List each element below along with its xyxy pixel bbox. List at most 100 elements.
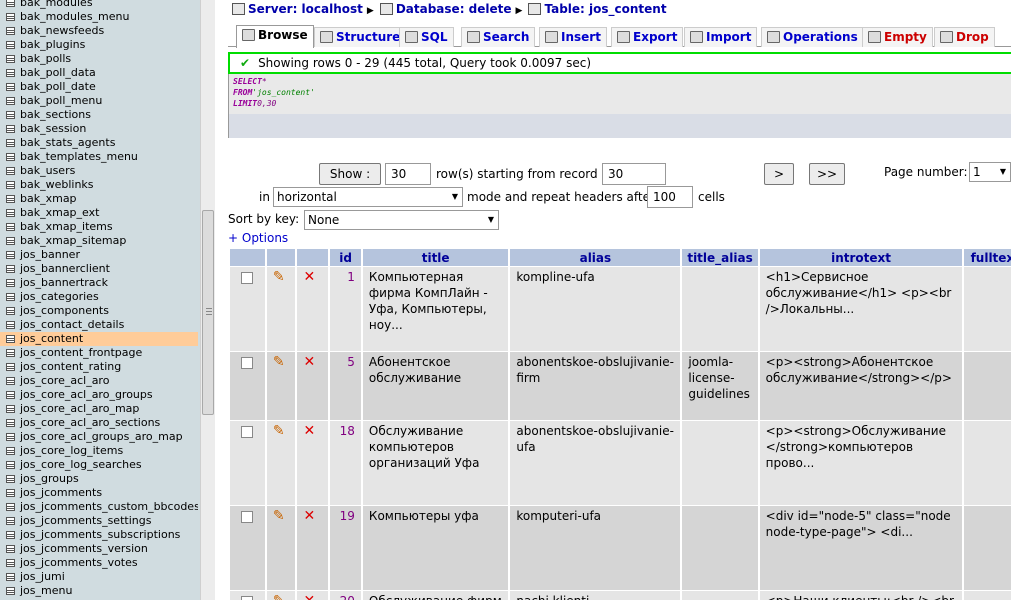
delete-icon[interactable]: ✕ bbox=[303, 508, 315, 524]
pencil-icon[interactable]: ✎ bbox=[273, 593, 285, 600]
tab-search[interactable]: Search bbox=[461, 27, 536, 47]
sidebar-table-label: jos_jumi bbox=[20, 570, 65, 583]
page-number-select[interactable]: 1 ▼ bbox=[969, 162, 1011, 182]
delete-icon[interactable]: ✕ bbox=[303, 269, 315, 285]
sidebar-table-item[interactable]: bak_xmap bbox=[0, 192, 198, 206]
sidebar-table-item[interactable]: jos_jcomments_version bbox=[0, 542, 198, 556]
sidebar-table-item[interactable]: bak_session bbox=[0, 122, 198, 136]
next-page-button[interactable]: > bbox=[764, 163, 794, 185]
breadcrumb-database-label: Database: delete bbox=[395, 2, 512, 16]
sidebar-table-item[interactable]: bak_poll_date bbox=[0, 80, 198, 94]
sidebar-table-item[interactable]: jos_jcomments_settings bbox=[0, 514, 198, 528]
sidebar-table-item[interactable]: jos_bannertrack bbox=[0, 276, 198, 290]
display-mode-select[interactable]: horizontal ▼ bbox=[273, 187, 463, 207]
sidebar-table-item[interactable]: bak_stats_agents bbox=[0, 136, 198, 150]
sidebar-table-item[interactable]: jos_menu bbox=[0, 584, 198, 598]
pencil-icon[interactable]: ✎ bbox=[273, 269, 285, 285]
sidebar-table-item[interactable]: bak_polls bbox=[0, 52, 198, 66]
options-link[interactable]: + Options bbox=[228, 231, 288, 245]
sidebar-table-item[interactable]: jos_core_log_searches bbox=[0, 458, 198, 472]
tab-operations[interactable]: Operations bbox=[761, 27, 864, 47]
row-checkbox[interactable] bbox=[241, 272, 253, 284]
sidebar-table-item[interactable]: jos_jcomments_custom_bbcodes bbox=[0, 500, 198, 514]
tab-empty[interactable]: Empty bbox=[862, 27, 933, 47]
row-delete-cell: ✕ bbox=[297, 267, 329, 351]
table-icon bbox=[6, 265, 15, 273]
pencil-icon[interactable]: ✎ bbox=[273, 354, 285, 370]
pencil-icon[interactable]: ✎ bbox=[273, 508, 285, 524]
tab-sql[interactable]: SQL bbox=[399, 27, 454, 47]
breadcrumb-table[interactable]: Table: jos_content bbox=[528, 1, 667, 17]
rows-label: row(s) starting from record # bbox=[436, 167, 612, 181]
column-header-title[interactable]: title bbox=[362, 249, 509, 266]
sidebar-table-item[interactable]: bak_templates_menu bbox=[0, 150, 198, 164]
sidebar-table-item[interactable]: jos_jcomments_subscriptions bbox=[0, 528, 198, 542]
sidebar-table-item[interactable]: bak_modules_menu bbox=[0, 10, 198, 24]
breadcrumb-database[interactable]: Database: delete bbox=[379, 1, 512, 17]
column-header-id[interactable]: id bbox=[330, 249, 361, 266]
repeat-headers-input[interactable]: 100 bbox=[647, 186, 693, 208]
row-checkbox[interactable] bbox=[241, 426, 253, 438]
last-page-button[interactable]: >> bbox=[809, 163, 845, 185]
table-icon bbox=[6, 503, 15, 511]
sidebar-table-item[interactable]: jos_core_acl_aro_sections bbox=[0, 416, 198, 430]
sidebar-table-item[interactable]: bak_xmap_items bbox=[0, 220, 198, 234]
sidebar-table-item[interactable]: jos_banner bbox=[0, 248, 198, 262]
sidebar-table-item[interactable]: jos_content bbox=[0, 332, 198, 346]
sidebar-table-item[interactable]: jos_core_acl_groups_aro_map bbox=[0, 430, 198, 444]
delete-icon[interactable]: ✕ bbox=[303, 593, 315, 600]
row-checkbox[interactable] bbox=[241, 596, 253, 600]
sidebar-table-item[interactable]: bak_weblinks bbox=[0, 178, 198, 192]
show-button[interactable]: Show : bbox=[319, 163, 381, 185]
sidebar-table-item[interactable]: jos_content_frontpage bbox=[0, 346, 198, 360]
sidebar-table-item[interactable]: jos_categories bbox=[0, 290, 198, 304]
sidebar-table-item[interactable]: bak_xmap_ext bbox=[0, 206, 198, 220]
tab-structure[interactable]: Structure bbox=[314, 27, 407, 47]
sidebar-table-item[interactable]: bak_plugins bbox=[0, 38, 198, 52]
row-select-cell bbox=[230, 591, 265, 600]
table-icon bbox=[6, 573, 15, 581]
sidebar-table-item[interactable]: bak_newsfeeds bbox=[0, 24, 198, 38]
sidebar-table-item[interactable]: jos_groups bbox=[0, 472, 198, 486]
sidebar-table-item[interactable]: jos_jcomments_votes bbox=[0, 556, 198, 570]
column-header-title-alias[interactable]: title_alias bbox=[682, 249, 758, 266]
sidebar-table-label: jos_components bbox=[20, 304, 109, 317]
sidebar-table-item[interactable]: jos_content_rating bbox=[0, 360, 198, 374]
delete-icon[interactable]: ✕ bbox=[303, 354, 315, 370]
sidebar-table-item[interactable]: bak_xmap_sitemap bbox=[0, 234, 198, 248]
left-frame-scrollbar[interactable] bbox=[200, 0, 215, 600]
pencil-icon[interactable]: ✎ bbox=[273, 423, 285, 439]
sidebar-table-item[interactable]: jos_core_log_items bbox=[0, 444, 198, 458]
delete-icon[interactable]: ✕ bbox=[303, 423, 315, 439]
sidebar-table-item[interactable]: bak_sections bbox=[0, 108, 198, 122]
column-header-fulltext[interactable]: fulltext bbox=[964, 249, 1011, 266]
sidebar-table-item[interactable]: jos_core_acl_aro_map bbox=[0, 402, 198, 416]
sort-key-select[interactable]: None ▼ bbox=[304, 210, 499, 230]
rows-count-input[interactable]: 30 bbox=[385, 163, 431, 185]
sidebar-table-item[interactable]: bak_modules bbox=[0, 0, 198, 10]
sidebar-table-item[interactable]: jos_components bbox=[0, 304, 198, 318]
sidebar-table-item[interactable]: bak_users bbox=[0, 164, 198, 178]
tab-browse[interactable]: Browse bbox=[236, 25, 314, 48]
sidebar-table-item[interactable]: jos_core_acl_aro bbox=[0, 374, 198, 388]
start-record-input[interactable]: 30 bbox=[602, 163, 666, 185]
tab-drop[interactable]: Drop bbox=[934, 27, 995, 47]
sidebar-table-item[interactable]: jos_jumi bbox=[0, 570, 198, 584]
row-checkbox[interactable] bbox=[241, 357, 253, 369]
cell-fulltext bbox=[964, 267, 1011, 351]
row-checkbox[interactable] bbox=[241, 511, 253, 523]
sidebar-table-label: bak_users bbox=[20, 164, 76, 177]
sidebar-table-item[interactable]: bak_poll_data bbox=[0, 66, 198, 80]
scrollbar-thumb[interactable] bbox=[202, 210, 214, 415]
column-header-alias[interactable]: alias bbox=[510, 249, 681, 266]
sidebar-table-item[interactable]: bak_poll_menu bbox=[0, 94, 198, 108]
breadcrumb-server[interactable]: Server: localhost bbox=[232, 1, 363, 17]
column-header-introtext[interactable]: introtext bbox=[759, 249, 963, 266]
tab-import[interactable]: Import bbox=[684, 27, 758, 47]
sidebar-table-item[interactable]: jos_bannerclient bbox=[0, 262, 198, 276]
sidebar-table-item[interactable]: jos_jcomments bbox=[0, 486, 198, 500]
tab-export[interactable]: Export bbox=[611, 27, 684, 47]
tab-insert[interactable]: Insert bbox=[539, 27, 607, 47]
sidebar-table-item[interactable]: jos_contact_details bbox=[0, 318, 198, 332]
sidebar-table-item[interactable]: jos_core_acl_aro_groups bbox=[0, 388, 198, 402]
